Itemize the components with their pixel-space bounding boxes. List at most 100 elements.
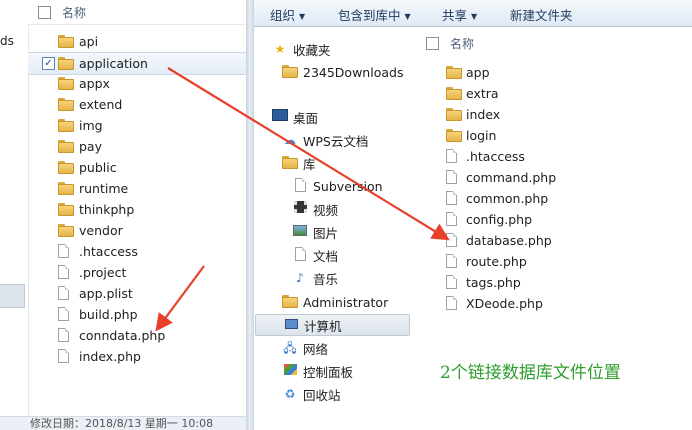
left-column-header[interactable]: 名称 <box>28 0 246 25</box>
new-folder-button[interactable]: 新建文件夹 <box>510 5 573 24</box>
file-icon <box>446 233 457 250</box>
file-name: command.php <box>466 170 557 185</box>
left-file-row[interactable]: app.plist <box>28 283 246 304</box>
right-file-row[interactable]: app <box>440 62 680 83</box>
folder-icon <box>58 97 74 113</box>
left-file-row[interactable]: index.php <box>28 346 246 367</box>
file-name: conndata.php <box>79 328 166 343</box>
left-file-row[interactable]: build.php <box>28 304 246 325</box>
chevron-down-icon: ▼ <box>299 12 306 21</box>
file-icon <box>58 286 69 303</box>
file-name: vendor <box>79 223 123 238</box>
right-file-row[interactable]: route.php <box>440 251 680 272</box>
include-library-label: 包含到库中 <box>338 8 401 23</box>
pane-divider <box>246 0 254 430</box>
nav-videos[interactable]: 视频 <box>292 198 338 220</box>
annotation-caption: 2个链接数据库文件位置 <box>440 363 621 383</box>
left-file-row[interactable]: img <box>28 115 246 136</box>
nav-network[interactable]: 🖧 网络 <box>282 337 328 359</box>
nav-recycle-bin[interactable]: ♻ 回收站 <box>282 383 341 405</box>
nav-downloads-label: 2345Downloads <box>303 64 404 80</box>
left-file-row[interactable]: conndata.php <box>28 325 246 346</box>
left-file-row[interactable]: appx <box>28 73 246 94</box>
left-file-row[interactable]: pay <box>28 136 246 157</box>
right-file-row[interactable]: config.php <box>440 209 680 230</box>
left-file-row[interactable]: public <box>28 157 246 178</box>
include-in-library-button[interactable]: 包含到库中 ▼ <box>338 5 411 24</box>
file-icon <box>58 328 69 345</box>
right-file-row[interactable]: index <box>440 104 680 125</box>
nav-administrator[interactable]: Administrator <box>282 291 388 313</box>
picture-icon <box>292 224 308 240</box>
nav-computer-label: 计算机 <box>304 318 342 334</box>
right-file-row[interactable]: common.php <box>440 188 680 209</box>
file-icon <box>446 149 457 166</box>
nav-library[interactable]: 库 <box>282 152 316 174</box>
nav-desktop-label: 桌面 <box>293 110 319 126</box>
right-file-row[interactable]: database.php <box>440 230 680 251</box>
nav-computer[interactable]: 计算机 <box>255 314 410 336</box>
user-folder-icon <box>282 294 298 310</box>
right-file-row[interactable]: XDeode.php <box>440 293 680 314</box>
nav-subversion[interactable]: Subversion <box>292 175 383 197</box>
row-checkbox[interactable]: ✓ <box>42 57 55 70</box>
nav-selected-item[interactable] <box>0 284 25 308</box>
right-column-header[interactable]: 名称 <box>412 27 692 57</box>
name-column-header[interactable]: 名称 <box>62 4 86 21</box>
star-icon: ★ <box>274 42 286 56</box>
right-file-row[interactable]: extra <box>440 83 680 104</box>
left-file-row[interactable]: runtime <box>28 178 246 199</box>
left-file-row[interactable]: ✓ application <box>28 52 246 75</box>
organize-button[interactable]: 组织 ▼ <box>270 5 305 24</box>
file-name: public <box>79 160 117 175</box>
nav-wps-cloud[interactable]: ☁ WPS云文档 <box>282 129 368 151</box>
document-icon <box>292 247 308 263</box>
name-column-header[interactable]: 名称 <box>450 35 474 52</box>
left-file-row[interactable]: api <box>28 31 246 52</box>
nav-music[interactable]: ♪ 音乐 <box>292 267 338 289</box>
folder-icon <box>58 181 74 197</box>
file-name: build.php <box>79 307 138 322</box>
file-name: appx <box>79 76 110 91</box>
chevron-down-icon: ▼ <box>471 12 478 21</box>
nav-desktop[interactable]: 桌面 <box>272 106 318 128</box>
nav-pictures-label: 图片 <box>313 225 339 241</box>
right-file-row[interactable]: tags.php <box>440 272 680 293</box>
chevron-down-icon: ▼ <box>404 12 411 21</box>
right-file-row[interactable]: login <box>440 125 680 146</box>
left-file-row[interactable]: .htaccess <box>28 241 246 262</box>
film-icon <box>292 201 308 217</box>
file-name: index <box>466 107 501 122</box>
file-name: .htaccess <box>466 149 525 164</box>
nav-network-label: 网络 <box>303 341 329 357</box>
file-name: .htaccess <box>79 244 138 259</box>
file-name: tags.php <box>466 275 521 290</box>
folder-icon <box>446 107 462 123</box>
left-file-row[interactable]: vendor <box>28 220 246 241</box>
folder-icon <box>446 65 462 81</box>
nav-2345downloads[interactable]: 2345Downloads <box>282 61 403 83</box>
nav-pictures[interactable]: 图片 <box>292 221 338 243</box>
nav-wps-label: WPS云文档 <box>303 133 369 149</box>
nav-control-panel[interactable]: 控制面板 <box>282 360 353 382</box>
left-file-row[interactable]: extend <box>28 94 246 115</box>
share-button[interactable]: 共享 ▼ <box>442 5 477 24</box>
organize-label: 组织 <box>270 8 296 23</box>
nav-documents[interactable]: 文档 <box>292 244 338 266</box>
folder-icon <box>58 160 74 176</box>
file-name: database.php <box>466 233 552 248</box>
network-icon: 🖧 <box>283 341 297 355</box>
select-all-checkbox[interactable] <box>38 6 51 19</box>
right-file-row[interactable]: command.php <box>440 167 680 188</box>
music-note-icon: ♪ <box>296 271 304 285</box>
right-file-row[interactable]: .htaccess <box>440 146 680 167</box>
computer-icon <box>283 317 299 333</box>
folder-icon <box>282 64 298 80</box>
left-file-row[interactable]: thinkphp <box>28 199 246 220</box>
nav-control-panel-label: 控制面板 <box>303 364 354 380</box>
file-name: index.php <box>79 349 141 364</box>
nav-favorites[interactable]: ★ 收藏夹 <box>272 38 331 60</box>
left-file-row[interactable]: .project <box>28 262 246 283</box>
select-all-checkbox[interactable] <box>426 37 439 50</box>
file-name: login <box>466 128 497 143</box>
